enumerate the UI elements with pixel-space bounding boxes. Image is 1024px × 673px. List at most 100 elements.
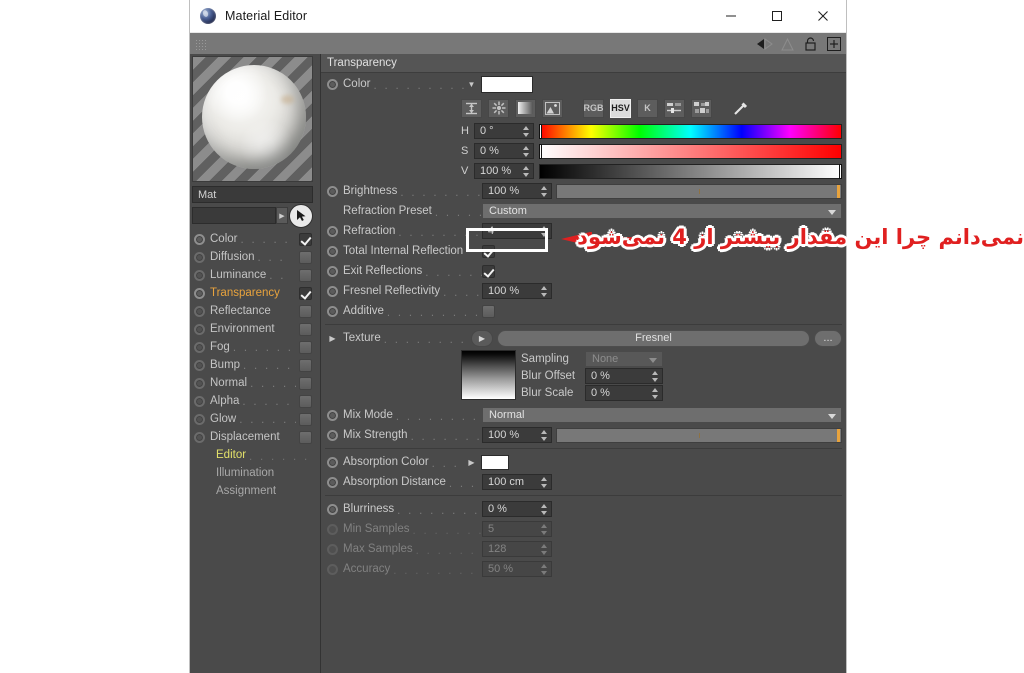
hsv-handle[interactable] — [539, 143, 542, 159]
sliders-icon[interactable] — [664, 98, 685, 118]
spinner-absorption-distance[interactable] — [541, 477, 548, 488]
close-button[interactable] — [800, 0, 846, 32]
spinner-brightness[interactable] — [541, 186, 548, 197]
spinner-blur-scale[interactable] — [652, 387, 659, 399]
spinner-refraction[interactable] — [541, 226, 548, 237]
hsv-gradient-h[interactable] — [539, 123, 842, 139]
swatches-icon[interactable] — [691, 98, 712, 118]
maximize-button[interactable] — [754, 0, 800, 32]
blur-offset-input[interactable]: 0 % — [585, 367, 663, 384]
channel-checkbox[interactable] — [299, 412, 312, 426]
expand-icon[interactable] — [461, 98, 482, 118]
channel-toggle-dot[interactable] — [194, 305, 205, 317]
color-swatch[interactable] — [481, 75, 533, 93]
channel-luminance[interactable]: Luminance. . — [190, 266, 320, 284]
blurriness-input[interactable]: 0 % — [482, 501, 552, 517]
refraction-input[interactable]: 4 — [482, 223, 552, 239]
sidebar-item-illumination[interactable]: Illumination — [190, 464, 320, 482]
animate-dot-mix-mode[interactable] — [327, 409, 338, 421]
spinner-mix-strength[interactable] — [541, 430, 548, 441]
animate-dot-absorption-color[interactable] — [327, 456, 338, 468]
channel-toggle-dot[interactable] — [194, 395, 205, 407]
channel-displacement[interactable]: Displacement — [190, 428, 320, 446]
spinner-hsv[interactable] — [523, 166, 530, 177]
channel-toggle-dot[interactable] — [194, 287, 205, 299]
channel-toggle-dot[interactable] — [194, 377, 205, 389]
minimize-button[interactable] — [708, 0, 754, 32]
brightness-input[interactable]: 100 % — [482, 183, 552, 199]
channel-transparency[interactable]: Transparency — [190, 284, 320, 302]
chevron-down-icon-color[interactable]: ▼ — [466, 80, 477, 89]
spinner-blurriness[interactable] — [541, 504, 548, 515]
chevron-right-icon[interactable]: ▶ — [276, 207, 288, 224]
sidebar-item-editor[interactable]: Editor. . . . . . — [190, 446, 320, 464]
animate-dot-absorption-distance[interactable] — [327, 476, 338, 488]
channel-glow[interactable]: Glow. . . . . . . — [190, 410, 320, 428]
lock-icon[interactable] — [802, 36, 819, 53]
fresnel-reflectivity-input[interactable]: 100 % — [482, 283, 552, 299]
animate-dot-blurriness[interactable] — [327, 503, 338, 515]
k-mode-button[interactable]: K — [637, 98, 658, 118]
cursor-icon[interactable] — [289, 203, 313, 228]
up-triangle-icon[interactable] — [779, 36, 796, 53]
spinner-hsv[interactable] — [523, 126, 530, 137]
channel-toggle-dot[interactable] — [194, 269, 205, 281]
back-arrow-icon[interactable] — [756, 36, 773, 53]
hsv-input-s[interactable]: 0 % — [474, 143, 534, 159]
blur-scale-input[interactable]: 0 % — [585, 384, 663, 401]
channel-bump[interactable]: Bump. . . . . . — [190, 356, 320, 374]
channel-alpha[interactable]: Alpha. . . . . . — [190, 392, 320, 410]
animate-dot-tir[interactable] — [327, 245, 338, 257]
hsv-mode-button[interactable]: HSV — [610, 98, 631, 118]
absorption-color-swatch[interactable] — [481, 454, 509, 470]
animate-dot-color[interactable] — [327, 78, 338, 90]
additive-checkbox[interactable] — [482, 304, 495, 318]
refraction-preset-select[interactable]: Custom — [482, 203, 842, 219]
color-wheel-icon[interactable] — [488, 98, 509, 118]
channel-checkbox[interactable] — [299, 322, 312, 336]
brightness-slider[interactable] — [556, 183, 842, 199]
animate-dot-mix-strength[interactable] — [327, 429, 338, 441]
exit-reflections-checkbox[interactable] — [482, 264, 495, 278]
mix-strength-slider[interactable] — [556, 427, 842, 443]
hsv-input-v[interactable]: 100 % — [474, 163, 534, 179]
channel-toggle-dot[interactable] — [194, 233, 205, 245]
animate-dot-refraction[interactable] — [327, 225, 338, 237]
texture-name-button[interactable]: Fresnel — [497, 329, 810, 347]
sidebar-item-assignment[interactable]: Assignment — [190, 482, 320, 500]
channel-checkbox[interactable] — [299, 286, 312, 300]
spinner-fresnel[interactable] — [541, 286, 548, 297]
hsv-handle[interactable] — [539, 123, 542, 139]
slider-handle-mix[interactable] — [837, 428, 840, 442]
mix-strength-input[interactable]: 100 % — [482, 427, 552, 443]
total-internal-reflection-checkbox[interactable] — [482, 244, 495, 258]
channel-color[interactable]: Color. . . . . . — [190, 230, 320, 248]
channel-toggle-dot[interactable] — [194, 323, 205, 335]
animate-dot-exit[interactable] — [327, 265, 338, 277]
texture-play-button[interactable]: ▶ — [471, 329, 493, 347]
channel-checkbox[interactable] — [299, 430, 312, 444]
material-name-input[interactable] — [192, 207, 276, 224]
slider-handle[interactable] — [837, 184, 840, 198]
channel-checkbox[interactable] — [299, 394, 312, 408]
add-box-icon[interactable] — [825, 36, 842, 53]
hsv-gradient-s[interactable] — [539, 143, 842, 159]
absorption-distance-input[interactable]: 100 cm — [482, 474, 552, 490]
expand-triangle-icon[interactable]: ▶ — [327, 334, 338, 343]
image-icon[interactable] — [542, 98, 563, 118]
channel-checkbox[interactable] — [299, 376, 312, 390]
channel-checkbox[interactable] — [299, 250, 312, 264]
channel-toggle-dot[interactable] — [194, 341, 205, 353]
channel-toggle-dot[interactable] — [194, 359, 205, 371]
spinner-blur-offset[interactable] — [652, 370, 659, 382]
channel-normal[interactable]: Normal. . . . . — [190, 374, 320, 392]
animate-dot-additive[interactable] — [327, 305, 338, 317]
channel-checkbox[interactable] — [299, 232, 312, 246]
texture-more-button[interactable]: ... — [814, 329, 842, 347]
hsv-input-h[interactable]: 0 ° — [474, 123, 534, 139]
channel-toggle-dot[interactable] — [194, 431, 205, 443]
animate-dot-fresnel[interactable] — [327, 285, 338, 297]
drag-grip-icon[interactable] — [195, 38, 206, 50]
channel-checkbox[interactable] — [299, 304, 312, 318]
mix-mode-select[interactable]: Normal — [482, 407, 842, 423]
